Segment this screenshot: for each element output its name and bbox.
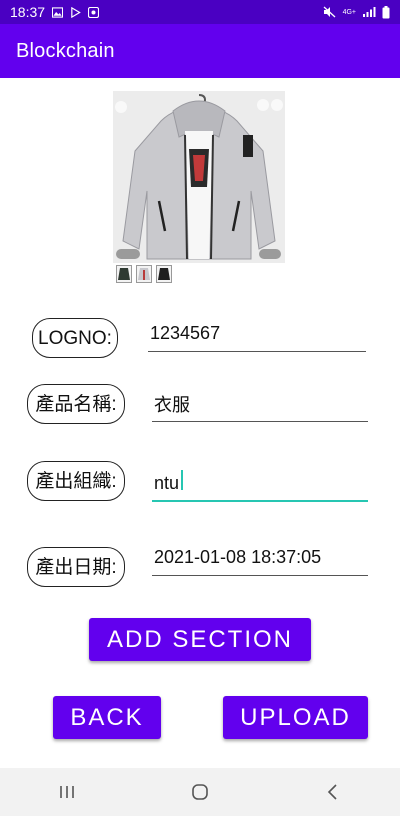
gallery-icon	[52, 6, 64, 18]
thumbnail[interactable]	[136, 265, 152, 283]
product-image	[113, 91, 285, 263]
back-nav-button[interactable]	[313, 772, 353, 812]
signal-icon	[363, 7, 376, 17]
organization-input[interactable]	[152, 466, 368, 502]
upload-button[interactable]: UPLOAD	[223, 696, 368, 739]
navigation-bar	[0, 768, 400, 816]
thumbnail[interactable]	[156, 265, 172, 283]
home-icon	[192, 784, 208, 800]
status-bar: 18:37 4G+	[0, 0, 400, 24]
recent-apps-button[interactable]	[47, 772, 87, 812]
recent-apps-icon	[59, 786, 74, 798]
product-thumbnails	[116, 265, 172, 283]
thumbnail[interactable]	[116, 265, 132, 283]
app-bar: Blockchain	[0, 24, 400, 78]
back-button[interactable]: BACK	[53, 696, 161, 739]
text-caret	[181, 470, 183, 490]
app-title: Blockchain	[16, 39, 115, 62]
network-type: 4G+	[342, 8, 356, 16]
add-section-button[interactable]: ADD SECTION	[89, 618, 311, 661]
battery-icon	[382, 5, 390, 18]
mute-icon	[323, 6, 335, 18]
organization-label: 產出組織:	[27, 461, 125, 501]
product-name-label: 產品名稱:	[27, 384, 125, 424]
home-button[interactable]	[180, 772, 220, 812]
logno-input[interactable]	[148, 316, 366, 352]
date-input[interactable]	[152, 540, 368, 576]
play-store-icon	[71, 6, 81, 18]
back-icon	[328, 784, 337, 800]
date-label: 產出日期:	[27, 547, 125, 587]
product-name-input[interactable]	[152, 386, 368, 422]
logno-label: LOGNO:	[32, 318, 118, 358]
notification-icon	[88, 6, 100, 18]
jacket-image	[113, 91, 285, 263]
status-time: 18:37	[10, 4, 46, 20]
